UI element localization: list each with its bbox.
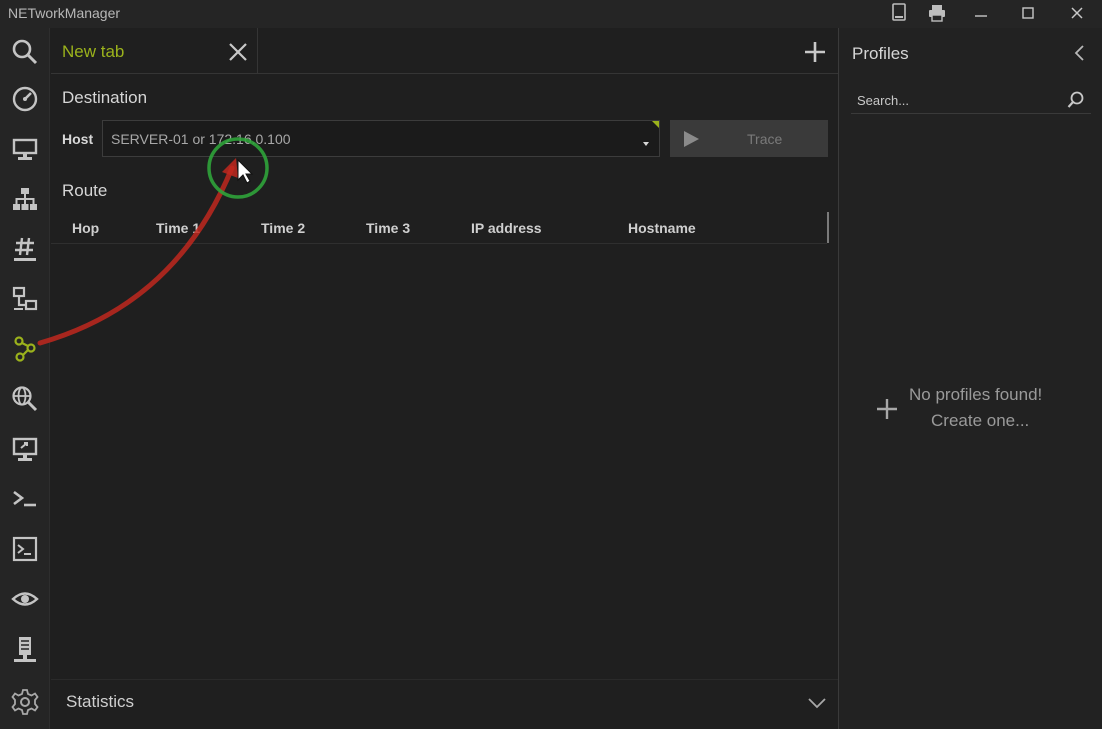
no-profiles-text: No profiles found! [909, 385, 1043, 404]
close-tab-icon[interactable] [227, 41, 249, 63]
host-label: Host [62, 131, 94, 147]
statistics-expander[interactable]: Statistics [51, 679, 838, 729]
network-interface-icon[interactable] [10, 134, 40, 164]
profiles-title: Profiles [852, 44, 909, 63]
search-icon[interactable] [1067, 91, 1085, 109]
validation-corner-marker [652, 121, 659, 128]
close-icon[interactable] [1062, 2, 1092, 24]
statistics-label: Statistics [66, 692, 135, 711]
device-icon[interactable] [884, 2, 914, 24]
tab-new-tab[interactable]: New tab [51, 28, 258, 74]
settings-gear-icon[interactable] [10, 687, 40, 717]
tab-label: New tab [62, 42, 125, 61]
title-bar: NETworkManager [0, 0, 1102, 28]
play-icon [682, 130, 700, 148]
powershell-icon[interactable] [10, 484, 40, 514]
trace-button-label: Trace [747, 131, 783, 147]
tab-bar: New tab [51, 28, 838, 74]
port-scanner-icon[interactable] [10, 284, 40, 314]
column-header-time-2[interactable]: Time 2 [261, 220, 305, 236]
visibility-icon[interactable] [10, 584, 40, 614]
trace-button[interactable]: Trace [670, 120, 828, 157]
main-panel: New tab Destination Host Trace Route Hop… [51, 28, 838, 729]
dropdown-caret-icon[interactable] [641, 135, 651, 146]
subnet-hash-icon[interactable] [10, 234, 40, 264]
no-profiles-empty-state[interactable]: No profiles found! Create one... [875, 385, 1075, 439]
chevron-left-icon[interactable] [1073, 44, 1087, 62]
server-icon[interactable] [10, 634, 40, 664]
profiles-panel: Profiles No profiles found! Create one..… [839, 28, 1102, 729]
table-scrollbar[interactable] [827, 212, 829, 243]
maximize-icon[interactable] [1013, 2, 1043, 24]
column-header-time-3[interactable]: Time 3 [366, 220, 410, 236]
minimize-icon[interactable] [966, 2, 996, 24]
column-header-hop[interactable]: Hop [72, 220, 99, 236]
dns-lookup-icon[interactable] [10, 384, 40, 414]
ip-scanner-icon[interactable] [10, 184, 40, 214]
app-title: NETworkManager [8, 5, 121, 21]
profiles-search-input[interactable] [851, 88, 1061, 112]
host-input[interactable] [103, 121, 623, 156]
sidebar [0, 28, 50, 729]
column-header-hostname[interactable]: Hostname [628, 220, 696, 236]
host-combobox[interactable] [102, 120, 660, 157]
add-profile-plus-icon[interactable] [875, 397, 899, 421]
route-table-header: Hop Time 1 Time 2 Time 3 IP address Host… [51, 212, 827, 244]
search-icon[interactable] [10, 37, 40, 67]
traceroute-icon[interactable] [10, 334, 40, 364]
add-tab-icon[interactable] [803, 40, 827, 64]
profiles-search-box [851, 88, 1091, 114]
remote-desktop-icon[interactable] [10, 434, 40, 464]
dashboard-icon[interactable] [10, 84, 40, 114]
chevron-down-icon[interactable] [807, 696, 827, 710]
destination-heading: Destination [62, 88, 148, 107]
terminal-icon[interactable] [10, 534, 40, 564]
column-header-time-1[interactable]: Time 1 [156, 220, 200, 236]
column-header-ip-address[interactable]: IP address [471, 220, 542, 236]
create-profile-link[interactable]: Create one... [931, 411, 1029, 431]
print-icon[interactable] [922, 2, 952, 24]
route-heading: Route [62, 181, 108, 200]
